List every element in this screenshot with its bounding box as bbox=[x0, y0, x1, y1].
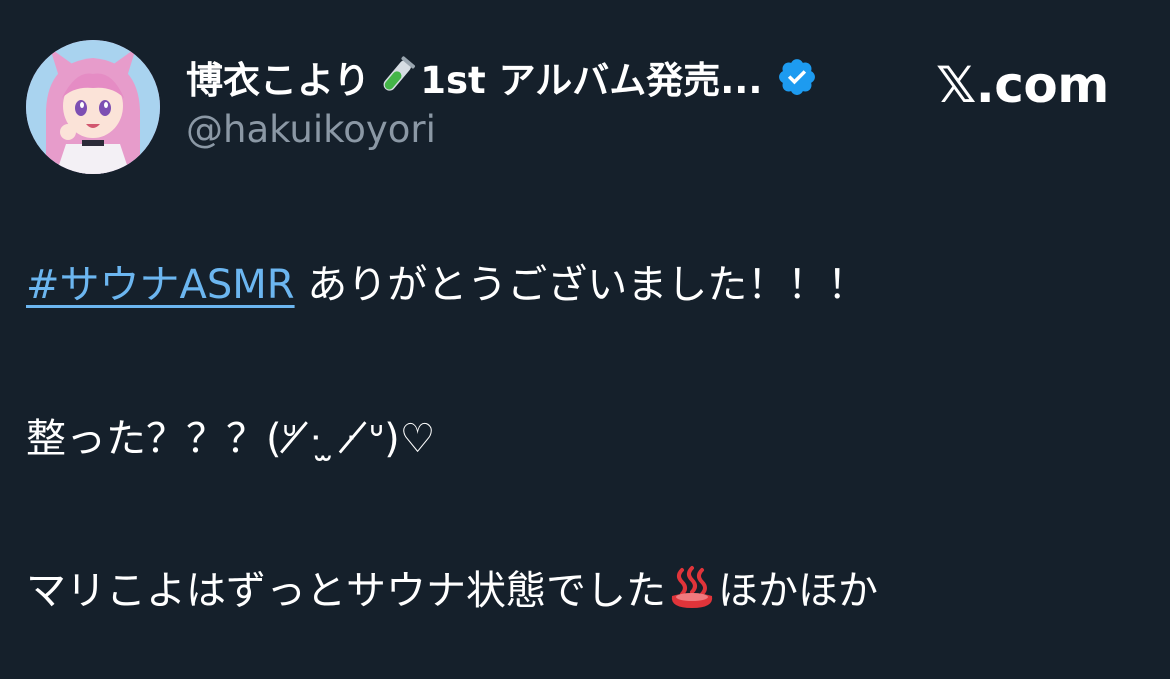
avatar-illustration bbox=[26, 40, 160, 174]
test-tube-icon bbox=[374, 55, 418, 99]
user-handle[interactable]: @hakuikoyori bbox=[186, 108, 436, 151]
tweet-line-2: 整った？？？(ᐡ ̸̸ᐧ ̫ ᐧ ̸̸ᐡ)♡ bbox=[26, 416, 436, 462]
hashtag-link[interactable]: #サウナASMR bbox=[26, 262, 295, 308]
brand-text: 𝕏.com bbox=[936, 56, 1109, 114]
album-text: 1st アルバム発売... bbox=[420, 59, 763, 102]
tweet-line-1: #サウナASMR ありがとうございました！！！ bbox=[26, 252, 867, 310]
tweet-line-3: マリこよはずっとサウナ状態でした ほかほか bbox=[26, 558, 878, 616]
avatar[interactable] bbox=[26, 40, 160, 174]
hot-springs-icon bbox=[668, 564, 716, 612]
brand: 𝕏.com bbox=[936, 56, 1109, 114]
tweet-text: マリこよはずっとサウナ状態でした bbox=[26, 568, 666, 614]
tweet-text: ほかほか bbox=[718, 568, 878, 614]
tweet-card: 博衣こより 1st アルバム発売... @hakuikoyori 𝕏.com #… bbox=[0, 0, 1170, 679]
display-name[interactable]: 博衣こより bbox=[186, 50, 370, 104]
name-row: 博衣こより 1st アルバム発売... bbox=[186, 52, 818, 102]
verified-badge-icon bbox=[776, 56, 818, 98]
tweet-text: ありがとうございました！！！ bbox=[294, 262, 868, 308]
